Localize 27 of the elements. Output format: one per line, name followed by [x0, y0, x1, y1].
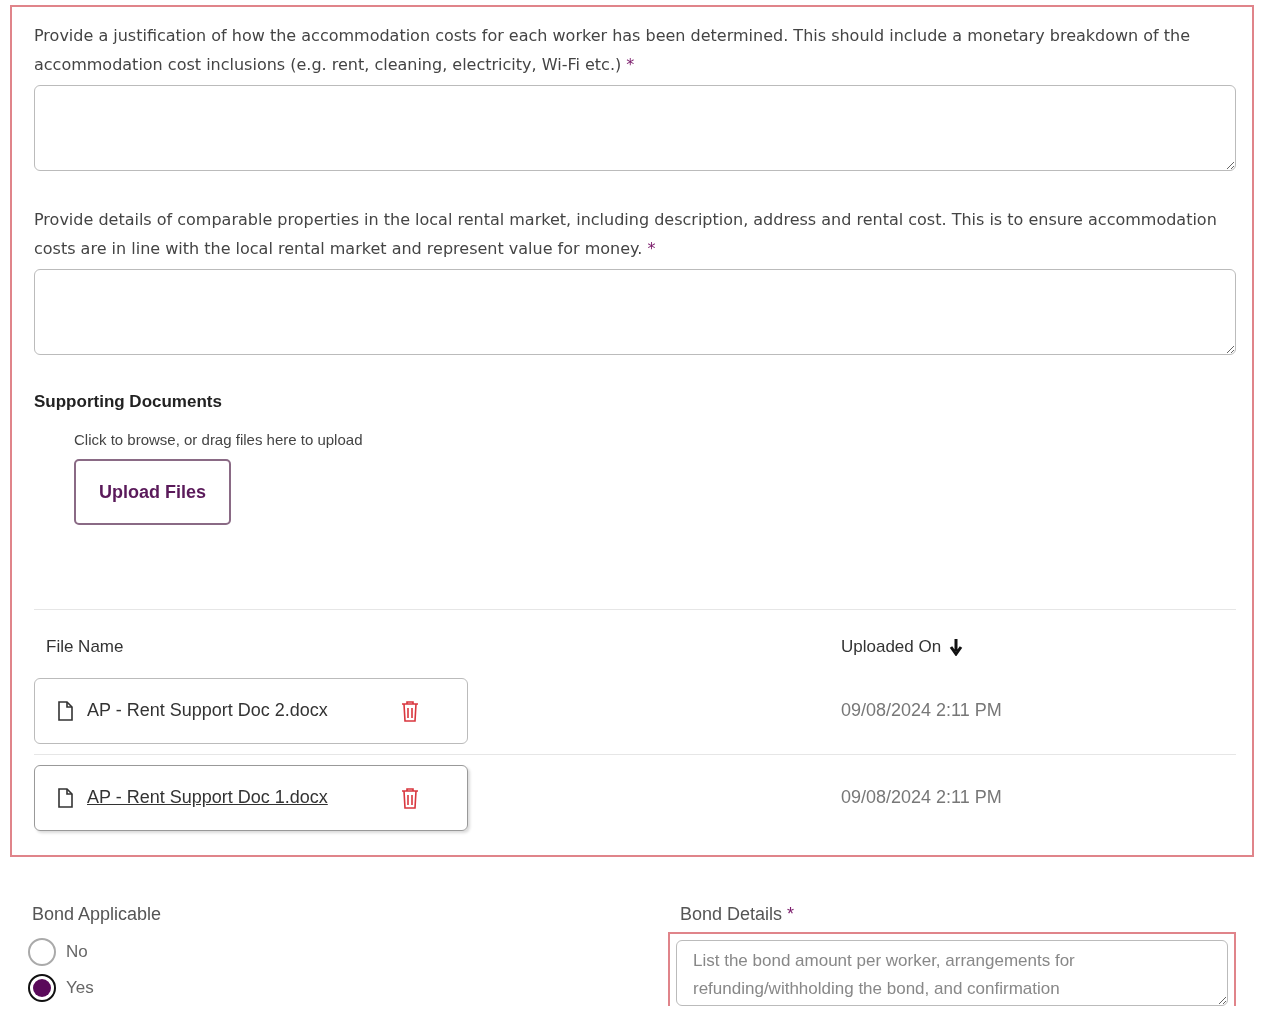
answer-field[interactable]: [34, 269, 1236, 355]
radio-button[interactable]: [28, 973, 56, 1002]
radio-label: No: [66, 940, 88, 963]
column-header[interactable]: Uploaded On: [841, 634, 964, 660]
question-label: Provide details of comparable properties in the local rental market, including description, address and rental cost. This is to ensure accommodation costs are in line with the local rental market and represent value for money. *: [34, 209, 1218, 260]
uploaded-date: 09/08/2024 2:11 PM: [841, 786, 1002, 809]
sort-down-arrow-icon: [949, 637, 964, 656]
upload-hint: Click to browse, or drag files here to upload: [74, 429, 364, 450]
file-icon: [57, 787, 73, 808]
file-chip[interactable]: AP - Rent Support Doc 2.docx: [34, 677, 468, 744]
column-header: File Name: [46, 636, 125, 658]
uploaded-date: 09/08/2024 2:11 PM: [841, 699, 1002, 722]
field-label: Bond Details *: [680, 902, 796, 926]
question-label: Provide a justification of how the accommodation costs for each worker has been determined. This should include a monetary breakdown of the accommodation cost inclusions (e.g. rent, cleaning, electricity, Wi-Fi etc.) *: [34, 25, 1192, 76]
field-label: Bond Applicable: [32, 902, 163, 926]
trash-icon[interactable]: [401, 699, 419, 722]
file-icon: [57, 700, 73, 721]
upload-files-button[interactable]: Upload Files: [74, 459, 231, 525]
section-title: Supporting Documents: [34, 391, 223, 413]
radio-label: Yes: [66, 976, 94, 999]
file-chip[interactable]: AP - Rent Support Doc 1.docx: [34, 764, 468, 831]
file-name-link[interactable]: AP - Rent Support Doc 1.docx: [87, 784, 387, 811]
radio-button[interactable]: [28, 937, 56, 966]
answer-field[interactable]: [34, 85, 1236, 171]
trash-icon[interactable]: [401, 786, 419, 809]
bond-details-field[interactable]: List the bond amount per worker, arrangements for refunding/withholding the bond, and confirmation: [676, 939, 1228, 1006]
file-name-link[interactable]: AP - Rent Support Doc 2.docx: [87, 697, 387, 724]
